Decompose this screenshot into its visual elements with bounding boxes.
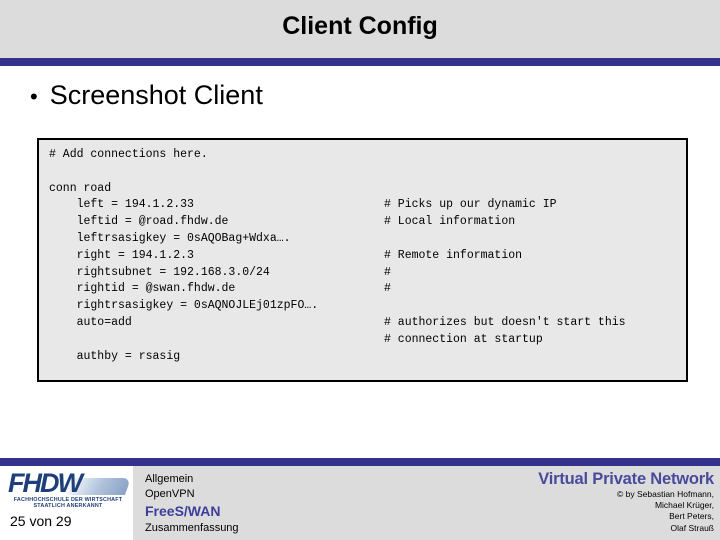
credit-line: © by Sebastian Hofmann, — [617, 489, 714, 499]
config-code-line: rightrsasigkey = 0sAQNOJLEj01zpFO…. — [49, 299, 319, 313]
config-comment-line: # Local information — [384, 215, 516, 229]
config-code-line — [49, 332, 318, 349]
fhdw-logo: FHDW FACHHOCHSCHULE DER WIRTSCHAFT STAAT… — [8, 468, 132, 510]
config-comment-line — [384, 349, 626, 366]
config-code-line — [49, 164, 318, 181]
config-code-line: leftid = @road.fhdw.de — [49, 215, 229, 229]
config-comment-line — [384, 298, 626, 315]
config-code-line: auto=add — [49, 315, 132, 329]
footer-right-block: Virtual Private Network © by Sebastian H… — [294, 470, 714, 534]
config-code-line: authby = rsasig — [49, 349, 181, 363]
page-number: 25 von 29 — [10, 513, 72, 529]
config-code-line: rightid = @swan.fhdw.de — [49, 282, 236, 296]
bullet-marker-icon: • — [30, 84, 38, 109]
config-comment-line: # connection at startup — [384, 332, 543, 346]
footer-divider — [0, 458, 720, 466]
config-comment-line: # Picks up our dynamic IP — [384, 198, 557, 212]
fhdw-logo-subtitle: FACHHOCHSCHULE DER WIRTSCHAFT STAATLICH … — [8, 497, 128, 510]
config-code-line: # Add connections here. — [49, 148, 208, 161]
page-title: Client Config — [282, 12, 438, 40]
config-comment-line: # authorizes but doesn't start this — [384, 315, 626, 329]
config-comment-line: # Remote information — [384, 248, 523, 262]
config-code-line: rightsubnet = 192.168.3.0/24 — [49, 265, 270, 279]
credit-line: Michael Krüger, — [654, 500, 714, 511]
credits-block: © by Sebastian Hofmann, Michael Krüger, Be… — [294, 489, 714, 534]
config-code-box: # Add connections here. conn road left =… — [37, 138, 688, 382]
config-comment-line — [384, 181, 626, 198]
credit-line: Olaf Strauß — [670, 522, 714, 533]
credit-line: Bert Peters, — [669, 511, 714, 522]
config-code-line: conn road — [49, 181, 112, 195]
config-comment-line: # — [384, 282, 391, 296]
config-comment-line: # — [384, 265, 391, 279]
config-code-content: # Add connections here. conn road left =… — [39, 140, 686, 380]
config-code-line: left = 194.1.2.33 — [49, 198, 194, 212]
fhdw-logo-wordmark: FHDW — [8, 468, 83, 498]
header-divider — [0, 58, 720, 66]
config-comment-line — [384, 147, 626, 164]
config-code-comment-column: # Picks up our dynamic IP # Local informa… — [384, 147, 626, 365]
config-code-line: right = 194.1.2.3 — [49, 248, 194, 262]
bullet-item: • Screenshot Client — [30, 80, 263, 111]
bullet-item-label: Screenshot Client — [49, 80, 263, 110]
config-code-left-column: # Add connections here. conn road left =… — [49, 147, 318, 365]
presentation-title: Virtual Private Network — [538, 470, 714, 488]
config-code-line: leftrsasigkey = 0sAQOBag+Wdxa…. — [49, 231, 291, 245]
config-comment-line — [384, 231, 626, 248]
config-comment-line — [384, 164, 626, 181]
fhdw-logo-subtitle-line2: STAATLICH ANERKANNT — [33, 503, 103, 510]
